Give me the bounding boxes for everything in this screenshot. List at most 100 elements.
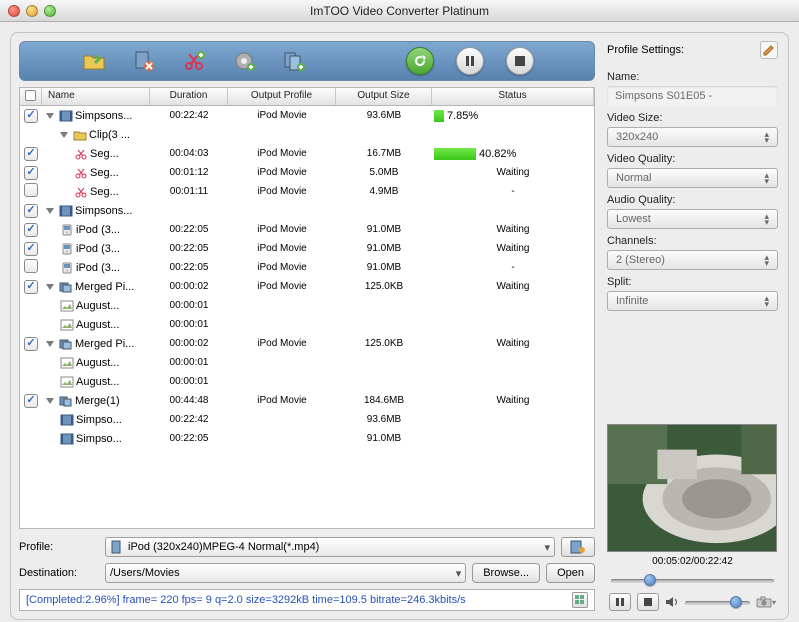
- film-icon: [59, 205, 73, 217]
- disclosure-triangle[interactable]: [46, 113, 54, 119]
- profile-settings-title: Profile Settings:: [607, 44, 684, 56]
- merge-button[interactable]: [280, 47, 308, 75]
- conversion-table: Name Duration Output Profile Output Size…: [19, 87, 595, 529]
- row-name: Clip(3 ...: [89, 129, 130, 141]
- table-row[interactable]: Merged Pi...00:00:02iPod Movie125.0KBWai…: [20, 334, 594, 353]
- row-name: iPod (3...: [76, 224, 120, 236]
- table-row[interactable]: Clip(3 ...: [20, 125, 594, 144]
- column-name[interactable]: Name: [42, 88, 150, 105]
- table-row[interactable]: Merge(1)00:44:48iPod Movie184.6MBWaiting: [20, 391, 594, 410]
- stop-preview-button[interactable]: [637, 593, 659, 611]
- disclosure-triangle[interactable]: [46, 284, 54, 290]
- row-name: Merge(1): [75, 395, 120, 407]
- row-name: August...: [76, 300, 119, 312]
- row-name: Merged Pi...: [75, 338, 134, 350]
- row-checkbox[interactable]: [24, 337, 38, 351]
- pause-button[interactable]: [456, 47, 484, 75]
- row-checkbox[interactable]: [24, 259, 38, 273]
- row-checkbox[interactable]: [24, 183, 38, 197]
- row-checkbox[interactable]: [24, 280, 38, 294]
- scissors-icon: [74, 186, 88, 198]
- table-row[interactable]: Simpsons...: [20, 201, 594, 220]
- destination-label: Destination:: [19, 567, 99, 579]
- header-checkbox[interactable]: [20, 88, 42, 105]
- video-size-select[interactable]: 320x240▴▾: [607, 127, 778, 147]
- table-row[interactable]: iPod (3...00:22:05iPod Movie91.0MB-: [20, 258, 594, 277]
- profile-label: Profile:: [19, 541, 99, 553]
- table-row[interactable]: August...00:00:01: [20, 296, 594, 315]
- video-quality-select[interactable]: Normal▴▾: [607, 168, 778, 188]
- profile-value: iPod (320x240)MPEG-4 Normal(*.mp4): [128, 541, 319, 553]
- table-row[interactable]: Seg...00:04:03iPod Movie16.7MB40.82%: [20, 144, 594, 163]
- convert-button[interactable]: [406, 47, 434, 75]
- status-grid-icon[interactable]: [572, 592, 588, 608]
- row-checkbox[interactable]: [24, 394, 38, 408]
- remove-button[interactable]: [130, 47, 158, 75]
- edit-profile-icon[interactable]: [760, 41, 778, 59]
- row-name: Seg...: [90, 148, 119, 160]
- table-row[interactable]: Simpso...00:22:0591.0MB: [20, 429, 594, 448]
- column-profile[interactable]: Output Profile: [228, 88, 336, 105]
- row-name: Seg...: [90, 186, 119, 198]
- row-name: August...: [76, 319, 119, 331]
- table-row[interactable]: iPod (3...00:22:05iPod Movie91.0MBWaitin…: [20, 239, 594, 258]
- ipod-icon: [60, 224, 74, 236]
- name-field[interactable]: Simpsons S01E05 -: [607, 86, 778, 106]
- name-label: Name:: [607, 71, 778, 83]
- table-row[interactable]: Simpsons...00:22:42iPod Movie93.6MB7.85%: [20, 106, 594, 125]
- table-row[interactable]: Seg...00:01:12iPod Movie5.0MBWaiting: [20, 163, 594, 182]
- add-file-button[interactable]: [80, 47, 108, 75]
- profile-combo[interactable]: iPod (320x240)MPEG-4 Normal(*.mp4) ▾: [105, 537, 555, 557]
- merge2-icon: [59, 395, 73, 407]
- table-row[interactable]: Merged Pi...00:00:02iPod Movie125.0KBWai…: [20, 277, 594, 296]
- row-checkbox[interactable]: [24, 242, 38, 256]
- table-row[interactable]: August...00:00:01: [20, 372, 594, 391]
- disclosure-triangle[interactable]: [46, 341, 54, 347]
- volume-icon[interactable]: [665, 596, 679, 608]
- row-checkbox[interactable]: [24, 223, 38, 237]
- snapshot-button[interactable]: ▾: [756, 596, 776, 608]
- row-name: August...: [76, 357, 119, 369]
- table-row[interactable]: August...00:00:01: [20, 353, 594, 372]
- video-size-label: Video Size:: [607, 112, 778, 124]
- stop-button[interactable]: [506, 47, 534, 75]
- ipod-icon: [60, 262, 74, 274]
- clip-button[interactable]: [180, 47, 208, 75]
- audio-quality-select[interactable]: Lowest▴▾: [607, 209, 778, 229]
- row-checkbox[interactable]: [24, 109, 38, 123]
- merge-icon: [59, 338, 73, 350]
- table-row[interactable]: Simpso...00:22:4293.6MB: [20, 410, 594, 429]
- split-select[interactable]: Infinite▴▾: [607, 291, 778, 311]
- seek-slider[interactable]: [611, 573, 774, 587]
- column-duration[interactable]: Duration: [150, 88, 228, 105]
- destination-combo[interactable]: /Users/Movies ▾: [105, 563, 466, 583]
- video-quality-label: Video Quality:: [607, 153, 778, 165]
- scissors-icon: [74, 148, 88, 160]
- merge-icon: [59, 281, 73, 293]
- settings-button[interactable]: [230, 47, 258, 75]
- row-checkbox[interactable]: [24, 147, 38, 161]
- table-row[interactable]: August...00:00:01: [20, 315, 594, 334]
- titlebar: ImTOO Video Converter Platinum: [0, 0, 799, 22]
- play-pause-button[interactable]: [609, 593, 631, 611]
- row-name: iPod (3...: [76, 243, 120, 255]
- disclosure-triangle[interactable]: [46, 398, 54, 404]
- browse-button[interactable]: Browse...: [472, 563, 540, 583]
- profile-edit-button[interactable]: [561, 537, 595, 557]
- film-icon: [60, 414, 74, 426]
- table-row[interactable]: Seg...00:01:11iPod Movie4.9MB-: [20, 182, 594, 201]
- main-toolbar: [19, 41, 595, 81]
- table-row[interactable]: iPod (3...00:22:05iPod Movie91.0MBWaitin…: [20, 220, 594, 239]
- disclosure-triangle[interactable]: [60, 132, 68, 138]
- channels-select[interactable]: 2 (Stereo)▴▾: [607, 250, 778, 270]
- row-checkbox[interactable]: [24, 166, 38, 180]
- open-button[interactable]: Open: [546, 563, 595, 583]
- film-icon: [59, 110, 73, 122]
- row-checkbox[interactable]: [24, 204, 38, 218]
- row-name: Seg...: [90, 167, 119, 179]
- pic-icon: [60, 357, 74, 369]
- volume-slider[interactable]: [685, 595, 750, 609]
- disclosure-triangle[interactable]: [46, 208, 54, 214]
- column-size[interactable]: Output Size: [336, 88, 432, 105]
- column-status[interactable]: Status: [432, 88, 594, 105]
